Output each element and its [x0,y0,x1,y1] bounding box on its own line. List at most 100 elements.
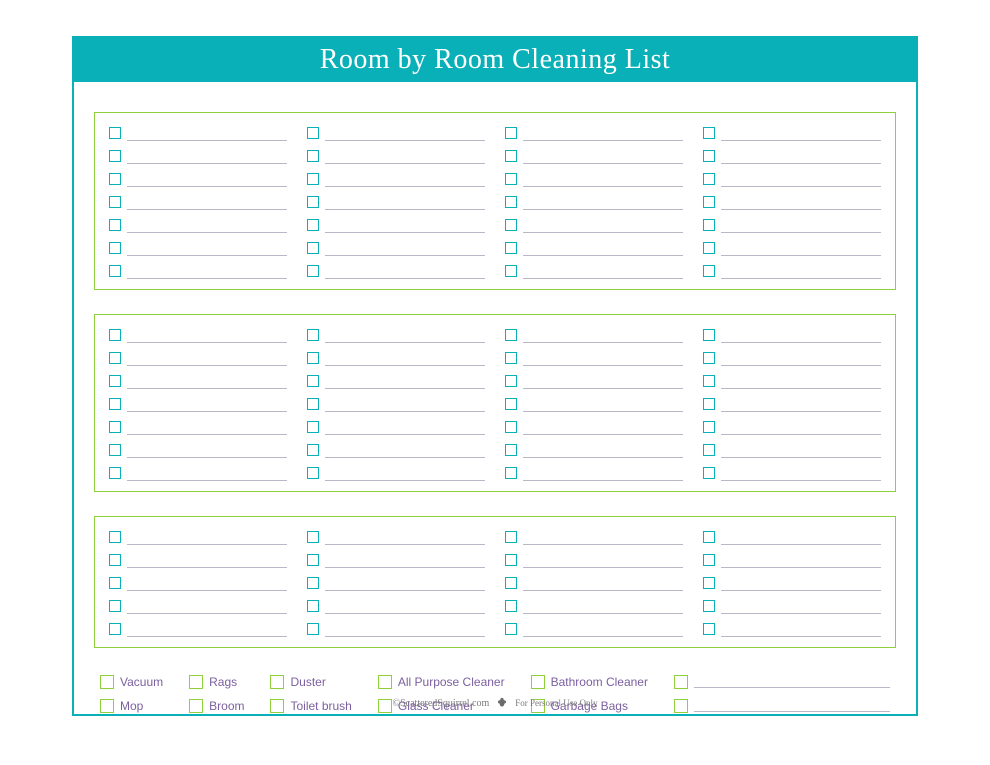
write-line[interactable] [721,127,881,141]
checkbox[interactable] [109,600,121,612]
write-line[interactable] [721,531,881,545]
write-line[interactable] [523,219,683,233]
checkbox[interactable] [109,554,121,566]
checkbox[interactable] [703,444,715,456]
write-line[interactable] [523,352,683,366]
write-line[interactable] [127,265,287,279]
write-line[interactable] [127,375,287,389]
checkbox[interactable] [703,577,715,589]
write-line[interactable] [721,265,881,279]
checkbox[interactable] [703,242,715,254]
checkbox[interactable] [505,444,517,456]
checkbox[interactable] [505,421,517,433]
write-line[interactable] [721,375,881,389]
checkbox[interactable] [307,467,319,479]
write-line[interactable] [325,577,485,591]
write-line[interactable] [721,444,881,458]
checkbox[interactable] [505,329,517,341]
checkbox[interactable] [307,352,319,364]
checkbox[interactable] [109,173,121,185]
write-line[interactable] [127,196,287,210]
write-line[interactable] [523,554,683,568]
checkbox[interactable] [109,352,121,364]
checkbox[interactable] [307,554,319,566]
write-line[interactable] [721,352,881,366]
checkbox[interactable] [109,265,121,277]
write-line[interactable] [127,623,287,637]
checkbox[interactable] [505,554,517,566]
write-line[interactable] [325,600,485,614]
checkbox[interactable] [505,242,517,254]
checkbox[interactable] [703,467,715,479]
write-line[interactable] [127,421,287,435]
checkbox[interactable] [307,421,319,433]
write-line[interactable] [721,554,881,568]
checkbox[interactable] [307,623,319,635]
write-line[interactable] [523,265,683,279]
write-line[interactable] [523,467,683,481]
checkbox[interactable] [307,577,319,589]
write-line[interactable] [325,150,485,164]
checkbox[interactable] [505,352,517,364]
checkbox[interactable] [703,329,715,341]
write-line[interactable] [694,676,890,688]
checkbox[interactable] [703,554,715,566]
checkbox[interactable] [307,398,319,410]
checkbox[interactable] [703,398,715,410]
write-line[interactable] [325,127,485,141]
write-line[interactable] [721,150,881,164]
checkbox[interactable] [703,219,715,231]
write-line[interactable] [523,150,683,164]
checkbox[interactable] [703,375,715,387]
write-line[interactable] [325,421,485,435]
checkbox[interactable] [307,242,319,254]
write-line[interactable] [325,398,485,412]
write-line[interactable] [325,352,485,366]
write-line[interactable] [127,444,287,458]
write-line[interactable] [325,554,485,568]
write-line[interactable] [127,554,287,568]
checkbox[interactable] [109,398,121,410]
checkbox[interactable] [674,675,688,689]
checkbox[interactable] [703,196,715,208]
write-line[interactable] [127,398,287,412]
write-line[interactable] [127,577,287,591]
write-line[interactable] [721,329,881,343]
checkbox[interactable] [703,127,715,139]
write-line[interactable] [325,265,485,279]
write-line[interactable] [721,421,881,435]
checkbox[interactable] [109,219,121,231]
checkbox[interactable] [505,577,517,589]
checkbox[interactable] [505,219,517,231]
write-line[interactable] [325,375,485,389]
checkbox[interactable] [505,127,517,139]
checkbox[interactable] [505,467,517,479]
write-line[interactable] [127,173,287,187]
checkbox[interactable] [100,675,114,689]
write-line[interactable] [523,421,683,435]
write-line[interactable] [523,329,683,343]
write-line[interactable] [325,196,485,210]
write-line[interactable] [721,467,881,481]
checkbox[interactable] [109,623,121,635]
checkbox[interactable] [703,265,715,277]
checkbox[interactable] [189,675,203,689]
checkbox[interactable] [109,444,121,456]
write-line[interactable] [127,600,287,614]
checkbox[interactable] [505,623,517,635]
write-line[interactable] [523,577,683,591]
write-line[interactable] [721,196,881,210]
write-line[interactable] [523,623,683,637]
write-line[interactable] [523,375,683,389]
checkbox[interactable] [109,577,121,589]
checkbox[interactable] [307,329,319,341]
checkbox[interactable] [307,173,319,185]
checkbox[interactable] [505,531,517,543]
write-line[interactable] [127,531,287,545]
write-line[interactable] [127,352,287,366]
checkbox[interactable] [109,150,121,162]
checkbox[interactable] [703,623,715,635]
checkbox[interactable] [307,150,319,162]
write-line[interactable] [325,623,485,637]
write-line[interactable] [721,219,881,233]
